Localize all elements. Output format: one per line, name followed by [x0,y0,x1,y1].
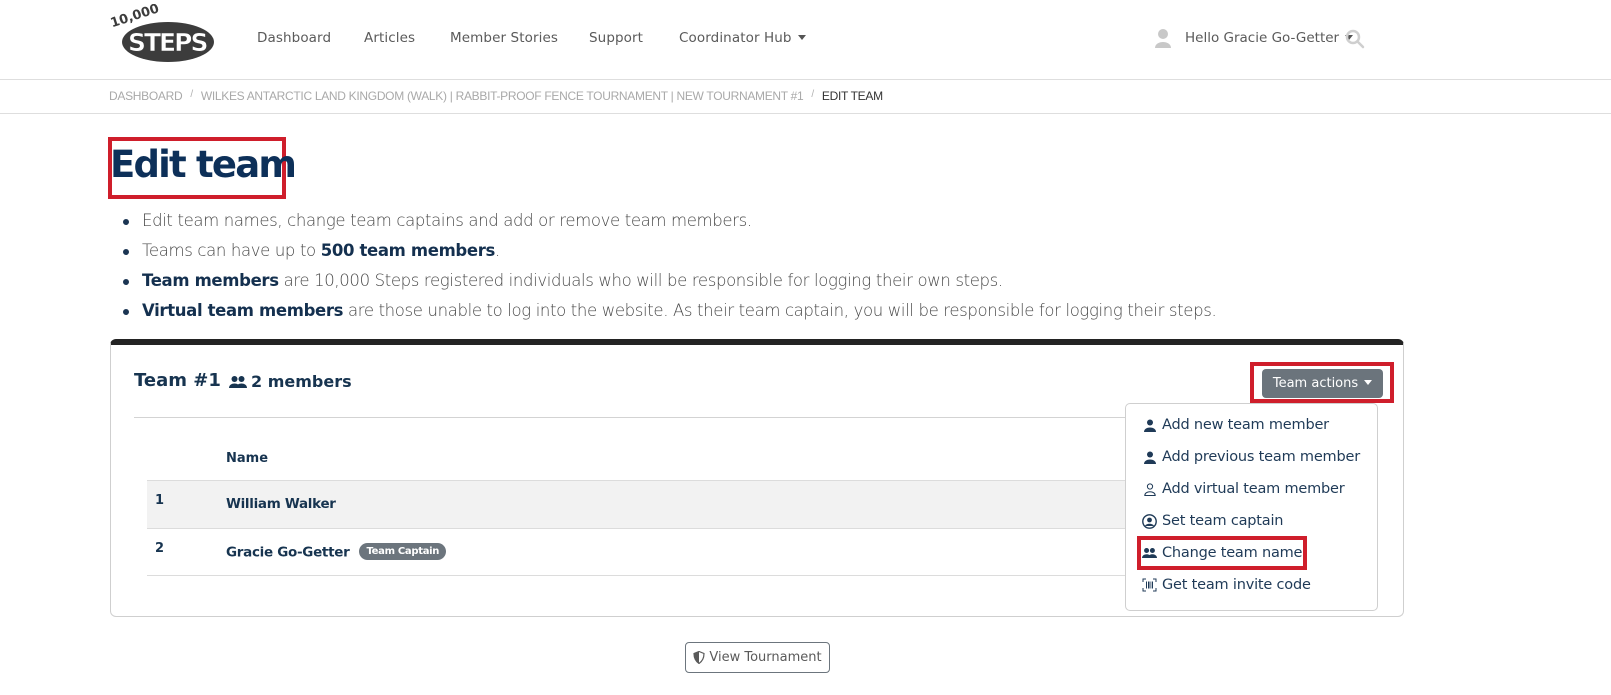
user-menu[interactable]: Hello Gracie Go-Getter [1185,30,1354,46]
breadcrumb-tournament[interactable]: WILKES ANTARCTIC LAND KINGDOM (WALK) | R… [201,89,804,103]
breadcrumb-bar: DASHBOARD / WILKES ANTARCTIC LAND KINGDO… [0,80,1611,114]
barcode-icon [1142,578,1157,592]
menu-item-label: Get team invite code [1162,577,1311,593]
team-captain-badge: Team Captain [359,543,447,560]
members-count-label: 2 members [251,372,352,391]
team-actions-label: Team actions [1272,376,1359,391]
members-count: 2 members [229,372,352,391]
table-row: 2 Gracie Go-Getter Team Captain [147,528,1147,576]
nav-coordinator-hub[interactable]: Coordinator Hub [679,30,806,46]
nav-articles[interactable]: Articles [364,30,415,46]
shield-icon [693,651,705,664]
menu-item-add-previous-team-member[interactable]: Add previous team member [1142,449,1360,465]
user-outline-icon [1143,482,1156,496]
info-item: Edit team names, change team captains an… [120,206,1216,236]
user-circle-icon [1142,513,1157,529]
logo-text: STEPS [128,28,207,57]
breadcrumb-separator: / [811,89,814,100]
chevron-down-icon [1364,380,1373,385]
breadcrumb-dashboard[interactable]: DASHBOARD [109,89,183,103]
menu-item-label: Add previous team member [1162,449,1360,465]
logo[interactable]: 10,000 STEPS [108,4,220,64]
user-icon [1155,29,1171,48]
menu-item-label: Add new team member [1162,417,1329,433]
breadcrumb: DASHBOARD / WILKES ANTARCTIC LAND KINGDO… [109,89,883,103]
nav-coordinator-hub-label: Coordinator Hub [679,30,792,46]
divider [134,417,1134,418]
row-index: 2 [155,541,165,556]
team-name: Team #1 [134,370,221,391]
menu-item-set-team-captain[interactable]: Set team captain [1142,513,1283,529]
menu-item-get-team-invite-code[interactable]: Get team invite code [1142,577,1311,593]
table-row: 1 William Walker [147,480,1147,528]
info-item: Virtual team members are those unable to… [120,296,1217,326]
row-index: 1 [155,493,165,508]
member-name: William Walker [226,496,336,512]
menu-item-add-virtual-team-member[interactable]: Add virtual team member [1142,481,1345,497]
user-solid-icon [1143,451,1156,464]
info-item: Team members are 10,000 Steps registered… [120,266,1216,296]
info-item: Teams can have up to 500 team members. [120,236,1216,266]
user-solid-icon [1143,419,1156,432]
view-tournament-button[interactable]: View Tournament [685,642,830,673]
search-icon[interactable] [1345,29,1365,49]
highlight-box-change-team-name [1137,536,1307,570]
navbar: 10,000 STEPS Dashboard Articles Member S… [0,0,1611,80]
nav-member-stories[interactable]: Member Stories [450,30,558,46]
view-tournament-label: View Tournament [709,650,822,665]
breadcrumb-separator: / [190,89,193,100]
menu-item-label: Set team captain [1162,513,1284,529]
user-greeting: Hello Gracie Go-Getter [1185,30,1340,46]
users-icon [229,375,247,388]
nav-dashboard[interactable]: Dashboard [257,30,331,46]
nav-support[interactable]: Support [589,30,643,46]
page-title: Edit team [110,143,297,186]
breadcrumb-current: EDIT TEAM [821,89,883,103]
table-header-name: Name [226,451,269,466]
team-actions-button[interactable]: Team actions [1262,369,1383,398]
info-list: Edit team names, change team captains an… [120,206,1217,326]
menu-item-add-new-team-member[interactable]: Add new team member [1142,417,1329,433]
member-name: Gracie Go-Getter Team Captain [226,543,447,561]
menu-item-label: Add virtual team member [1162,481,1345,497]
chevron-down-icon [797,34,806,40]
